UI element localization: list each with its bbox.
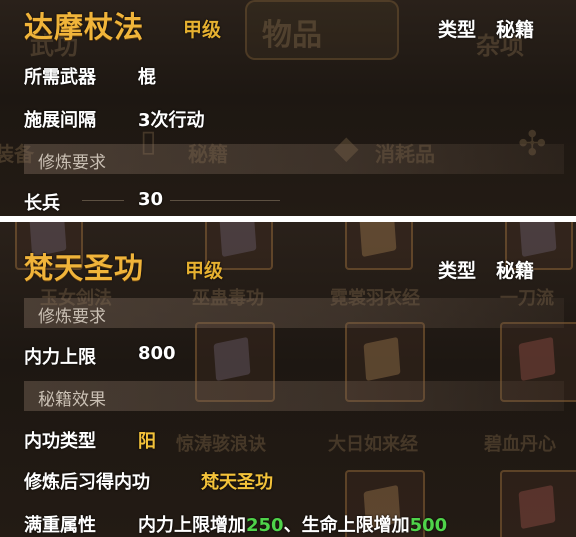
item-grade: 甲级: [183, 19, 222, 41]
cast-interval-value: 3次行动: [138, 110, 205, 131]
item-type-label: 类型: [438, 260, 477, 282]
item-grade: 甲级: [185, 260, 224, 282]
bg-tab-items-label: 物品: [262, 18, 322, 53]
section-cultivation-requirement: 修炼要求: [24, 144, 564, 174]
full-weight-attr-value: 内力上限增加250、生命上限增加500: [138, 511, 447, 537]
section-manual-effect-label: 秘籍效果: [38, 390, 106, 410]
item-type-value: 秘籍: [496, 19, 535, 41]
section-cultivation-requirement-label: 修炼要求: [38, 307, 106, 327]
learned-art-label: 修炼后习得内功: [24, 472, 150, 493]
bg-item-name-5: 惊涛骇浪诀: [176, 434, 266, 455]
inner-art-type-value: 阳: [138, 431, 156, 452]
section-manual-effect: 秘籍效果: [24, 381, 564, 411]
learned-art-value: 梵天圣功: [201, 472, 273, 493]
item-type-label: 类型: [438, 19, 477, 41]
required-weapon-label: 所需武器: [24, 67, 96, 88]
requirement-divider-right: [170, 200, 280, 201]
item-title: 达摩杖法: [24, 10, 145, 44]
bg-slot-3[interactable]: [345, 222, 413, 270]
inner-power-limit-value: 800: [138, 343, 176, 364]
inner-power-limit-label: 内力上限: [24, 347, 96, 368]
bg-slot-9[interactable]: [500, 470, 576, 537]
full-weight-attr-label: 满重属性: [24, 515, 96, 536]
item-type-value: 秘籍: [496, 260, 535, 282]
requirement-long-weapon-label: 长兵: [24, 193, 60, 214]
bonus-inner-limit-number: 250: [246, 515, 284, 536]
bonus-hp-limit-number: 500: [409, 515, 448, 536]
requirement-long-weapon-value: 30: [138, 189, 164, 210]
required-weapon-value: 棍: [138, 67, 156, 88]
bg-item-name-7: 碧血丹心: [484, 434, 556, 455]
tooltip-panel-top: 物品 武功 杂项 装备 秘籍 消耗品 ◆ ▯ ✣ 达摩杖法 甲级 类型 秘籍 所…: [0, 0, 576, 216]
tooltip-panel-bottom: 玉女剑法 巫蛊毒功 霓裳羽衣经 一刀流 惊涛骇浪诀 大日如来经 碧血丹心 梵天圣…: [0, 222, 576, 537]
bonus-inner-limit-text: 内力上限增加: [138, 515, 246, 536]
bonus-hp-limit-text: 生命上限增加: [301, 515, 410, 536]
inner-art-type-label: 内功类型: [24, 431, 96, 452]
cast-interval-label: 施展间隔: [24, 110, 96, 131]
bonus-separator: 、: [283, 515, 302, 536]
item-title: 梵天圣功: [24, 251, 145, 285]
section-cultivation-requirement: 修炼要求: [24, 298, 564, 328]
requirement-divider: [82, 200, 124, 201]
section-cultivation-requirement-label: 修炼要求: [38, 153, 106, 173]
bg-item-name-6: 大日如来经: [328, 434, 418, 455]
